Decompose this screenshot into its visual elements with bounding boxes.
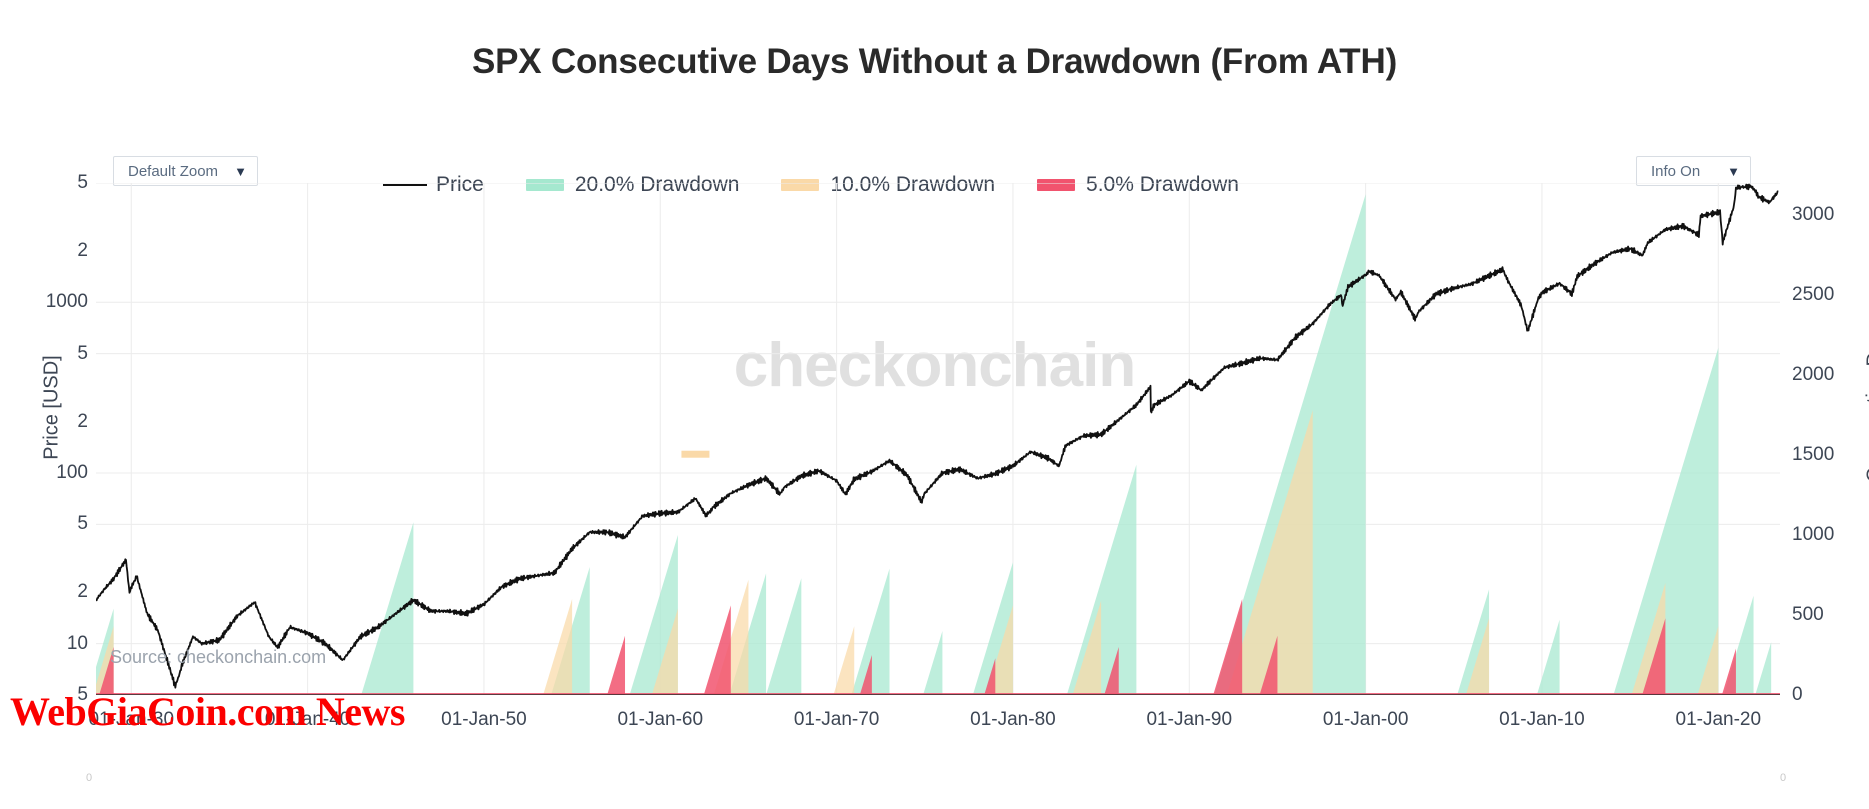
x-axis-tick: 01-Jan-30 [88, 709, 175, 730]
y-right-tick: 1000 [1792, 524, 1835, 545]
y-left-tick: 2 [77, 581, 88, 603]
inline-orange-marker [681, 450, 710, 458]
x-axis-tick: 01-Jan-50 [441, 709, 527, 730]
x-axis-tick: 01-Jan-70 [793, 709, 880, 730]
y-right-tick: 500 [1792, 604, 1824, 625]
chart-page: SPX Consecutive Days Without a Drawdown … [0, 0, 1869, 809]
y-right-tick: 2000 [1792, 364, 1835, 385]
y-left-tick: 2 [77, 239, 88, 261]
info-dropdown-label: Info On [1651, 162, 1701, 180]
zoom-dropdown-label: Default Zoom [128, 162, 219, 180]
source-note: Source: checkonchain.com [110, 647, 327, 667]
y-left-tick: 5 [77, 172, 88, 193]
y-right-tick: 0 [1792, 684, 1803, 705]
plot-svg [96, 183, 1780, 695]
y-left-tick: 5 [77, 513, 88, 535]
y-right-tick: 2500 [1792, 284, 1835, 305]
area-5-0-drawdown [99, 599, 1736, 695]
page-title: SPX Consecutive Days Without a Drawdown … [471, 42, 1398, 81]
plot-area: 5 2 1000 5 2 100 5 2 10 5 0 500 1000 1500 2000 2500 3000… [46, 172, 1835, 730]
x-axis-tick: 01-Jan-20 [1675, 709, 1762, 730]
chevron-down-icon: ▼ [1727, 163, 1740, 179]
corner-mark-right: 0 [1780, 772, 1787, 784]
y-axis-left-title: Price [USD] [40, 355, 63, 460]
price-line [96, 183, 1779, 689]
x-axis-tick: 01-Jan-80 [970, 709, 1056, 730]
x-axis-tick: 01-Jan-90 [1146, 709, 1233, 730]
y-axis-right-title: Consecutive Days [1863, 320, 1869, 483]
gridlines [96, 183, 1780, 695]
area-20-0-drawdown [96, 194, 1772, 695]
x-axis-tick: 01-Jan-10 [1499, 709, 1585, 730]
zoom-dropdown[interactable]: Default Zoom ▼ [113, 156, 258, 186]
x-axis-tick: 01-Jan-00 [1322, 709, 1409, 730]
x-axis-tick: 01-Jan-40 [264, 709, 351, 730]
corner-mark-left: 0 [86, 772, 93, 784]
y-left-tick: 5 [77, 684, 88, 705]
x-axis-tick: 01-Jan-60 [617, 709, 704, 730]
y-left-tick: 10 [66, 632, 88, 654]
y-right-tick: 3000 [1792, 204, 1835, 225]
y-right-tick: 1500 [1792, 444, 1835, 465]
info-dropdown[interactable]: Info On ▼ [1636, 156, 1751, 186]
chevron-down-icon: ▼ [234, 163, 247, 179]
